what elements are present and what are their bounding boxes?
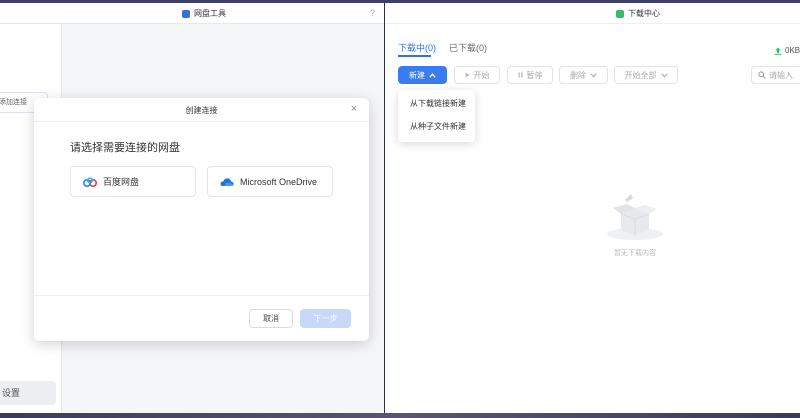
baidu-netdisk-option[interactable]: 百度网盘	[70, 166, 196, 197]
onedrive-option[interactable]: Microsoft OneDrive	[207, 166, 333, 197]
pause-button[interactable]: 暂停	[507, 66, 553, 84]
tab-downloading[interactable]: 下载中(0)	[398, 41, 436, 54]
next-button[interactable]: 下一步	[300, 309, 351, 328]
download-app-icon	[616, 9, 624, 18]
option-label: 百度网盘	[103, 177, 140, 187]
start-all-button-label: 开始全部	[624, 70, 657, 80]
speed-value: 0KB/s	[785, 46, 800, 55]
active-tab-indicator	[398, 55, 431, 57]
empty-state-text: 暂无下载内容	[614, 250, 656, 257]
chevron-up-icon	[429, 72, 436, 78]
search-placeholder: 请输入	[769, 70, 793, 80]
onedrive-icon	[220, 177, 234, 186]
desktop-taskbar-strip	[0, 413, 800, 418]
create-connection-dialog: 创建连接 × 请选择需要连接的网盘 百度网盘 Microsoft OneDriv…	[34, 98, 369, 341]
start-button-label: 开始	[473, 70, 490, 80]
window-title: 网盘工具	[182, 8, 226, 19]
play-icon	[465, 72, 469, 78]
pause-button-label: 暂停	[526, 70, 543, 80]
settings-button[interactable]: 设置	[0, 381, 56, 405]
search-icon	[758, 71, 766, 79]
menu-item-new-from-link[interactable]: 从下载链接新建	[398, 93, 475, 115]
titlebar: 下载中心	[385, 3, 800, 24]
window-title: 下载中心	[616, 8, 660, 19]
new-menu: 从下载链接新建 从种子文件新建	[398, 90, 475, 142]
menu-item-new-from-torrent[interactable]: 从种子文件新建	[398, 116, 475, 138]
baidu-netdisk-icon	[83, 176, 97, 187]
help-icon[interactable]: ?	[370, 8, 375, 18]
netdisk-app-icon	[182, 9, 190, 18]
start-all-button[interactable]: 开始全部	[614, 66, 678, 84]
new-button-label: 新建	[409, 70, 425, 80]
pause-icon	[518, 72, 522, 78]
delete-button[interactable]: 删除	[559, 66, 608, 84]
delete-button-label: 删除	[570, 70, 586, 80]
tab-downloaded[interactable]: 已下载(0)	[449, 41, 487, 54]
upload-arrow-icon	[774, 47, 782, 55]
window-title-text: 网盘工具	[194, 9, 226, 18]
close-icon[interactable]: ×	[348, 103, 360, 115]
window-title-text: 下载中心	[628, 9, 660, 18]
cancel-button[interactable]: 取消	[249, 309, 293, 328]
option-label: Microsoft OneDrive	[240, 176, 318, 187]
chevron-down-icon	[660, 72, 668, 78]
download-speed: 0KB/s	[774, 46, 800, 55]
dialog-divider	[34, 295, 369, 296]
dialog-title: 创建连接	[185, 106, 218, 115]
titlebar: 网盘工具 ?	[0, 3, 384, 24]
chevron-down-icon	[590, 72, 597, 78]
dialog-prompt: 请选择需要连接的网盘	[70, 142, 180, 154]
dialog-header: 创建连接 ×	[34, 98, 369, 122]
download-center-window: 下载中心 下载中(0) 已下载(0) 0KB/s 新建 开始 暂停 删除 开始全…	[385, 3, 800, 413]
search-input[interactable]: 请输入	[751, 66, 800, 84]
empty-box-illustration	[607, 194, 663, 240]
new-button[interactable]: 新建	[398, 66, 447, 84]
start-button[interactable]: 开始	[454, 66, 500, 84]
